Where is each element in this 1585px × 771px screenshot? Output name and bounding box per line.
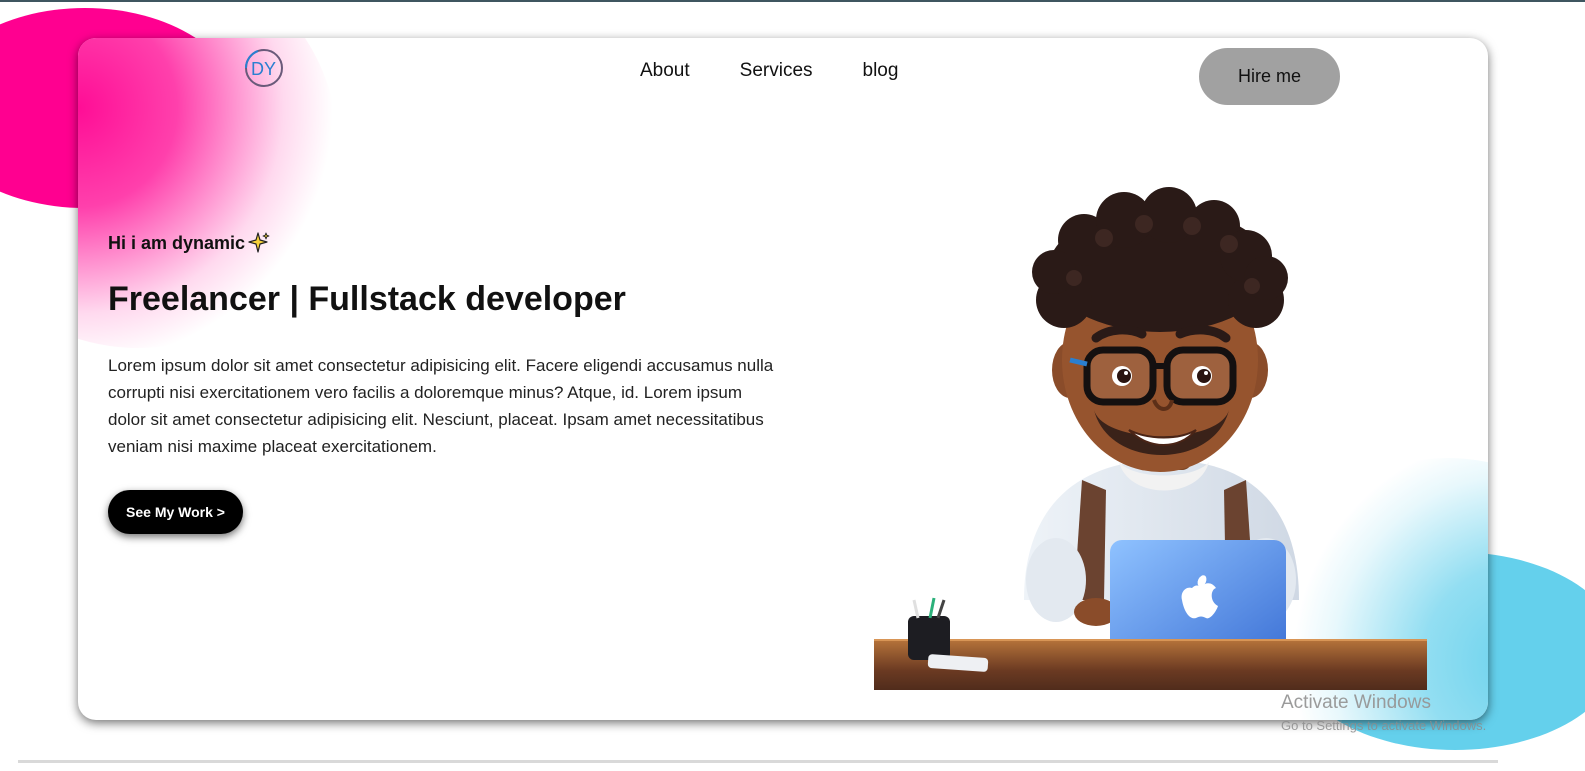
watermark-title: Activate Windows — [1281, 692, 1431, 713]
nav-link-services[interactable]: Services — [740, 60, 813, 86]
logo-text: DY — [251, 59, 276, 79]
greeting-text: Hi i am dynamic — [108, 232, 246, 253]
watermark-subtitle: Go to Settings to activate Windows. — [1281, 718, 1487, 733]
main-nav: About Services blog — [640, 60, 898, 86]
hero-headline: Freelancer | Fullstack developer — [108, 280, 626, 318]
hero-card: DY About Services blog Hire me Hi i am d… — [78, 38, 1488, 720]
hire-me-button[interactable]: Hire me — [1199, 48, 1340, 105]
greeting: Hi i am dynamic — [108, 231, 271, 255]
horizontal-scrollbar[interactable] — [18, 760, 1498, 763]
developer-at-laptop-illustration — [874, 187, 1427, 690]
nav-link-blog[interactable]: blog — [863, 60, 899, 86]
hero-description: Lorem ipsum dolor sit amet consectetur a… — [108, 356, 774, 456]
top-border — [0, 0, 1585, 2]
activate-windows-watermark: Activate Windows Go to Settings to activ… — [1281, 692, 1486, 733]
sparkles-icon — [248, 232, 270, 253]
see-my-work-button[interactable]: See My Work > — [108, 490, 243, 534]
nav-link-about[interactable]: About — [640, 60, 690, 86]
logo[interactable]: DY — [244, 48, 284, 88]
